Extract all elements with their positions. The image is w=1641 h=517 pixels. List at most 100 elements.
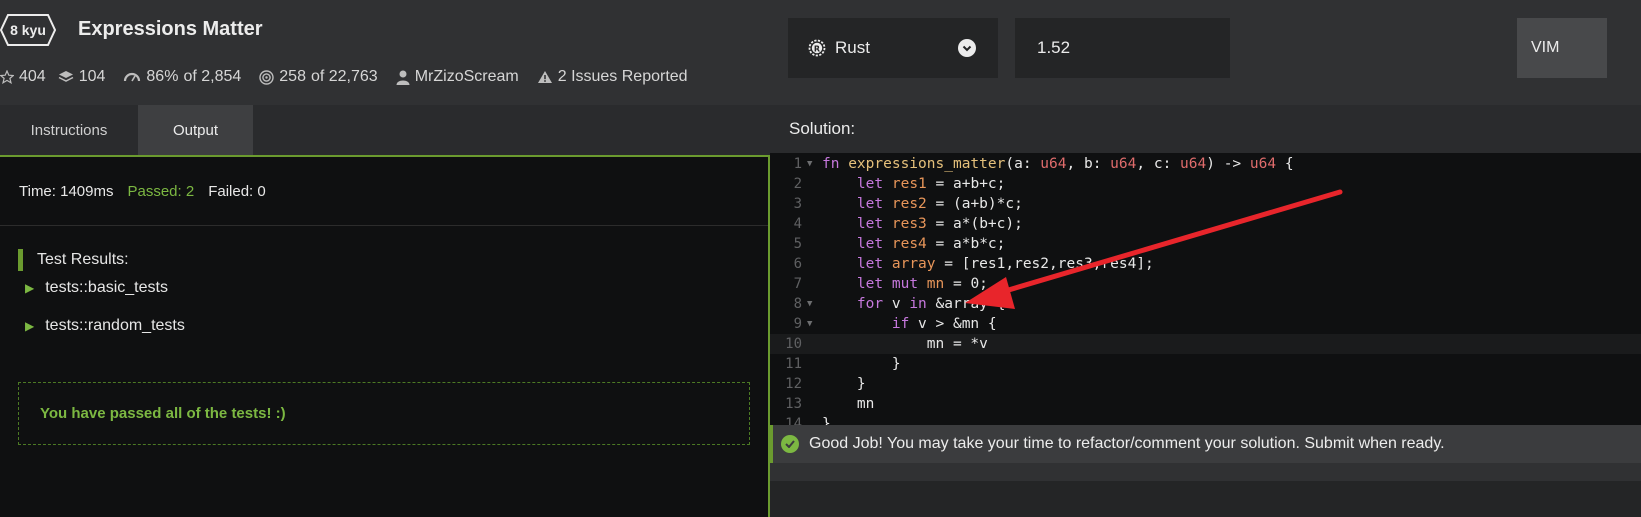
chevron-down-icon	[958, 39, 976, 57]
pass-message-box: You have passed all of the tests! :)	[18, 382, 750, 445]
code-text: }	[822, 376, 866, 392]
satisfaction-stat: 86% of 2,854	[123, 68, 241, 86]
line-number: 13	[785, 396, 802, 412]
line-number: 6	[793, 256, 802, 272]
language-select[interactable]: R Rust	[788, 18, 998, 78]
version-label: 1.52	[1037, 38, 1071, 57]
pass-message: You have passed all of the tests! :)	[40, 405, 286, 422]
kata-stats: 404 104 86% of 2,854 258 of 22,763 MrZiz…	[0, 65, 706, 89]
kata-header: 8 kyu Expressions Matter 404 104 86% of …	[0, 0, 770, 105]
satisfaction-percent: 86%	[146, 68, 179, 85]
line-number: 5	[793, 236, 802, 252]
code-line[interactable]: 4 let res3 = a*(b+c);	[770, 214, 1641, 234]
test-summary: Time: 1409ms Passed: 2 Failed: 0	[0, 157, 768, 226]
code-line[interactable]: 3 let res2 = (a+b)*c;	[770, 194, 1641, 214]
test-results-heading: Test Results:	[18, 249, 129, 271]
issues-label: 2 Issues Reported	[557, 68, 688, 85]
code-text: let array = [res1,res2,res3,res4];	[856, 256, 1154, 272]
code-text: let res2 = (a+b)*c;	[856, 196, 1023, 212]
target-icon	[259, 69, 274, 85]
line-number: 10	[785, 336, 802, 352]
warning-icon	[537, 70, 553, 84]
svg-text:R: R	[814, 44, 820, 53]
rust-icon: R	[808, 39, 826, 57]
fold-arrow-icon[interactable]: ▼	[807, 154, 812, 174]
code-line[interactable]: 7 let mut mn = 0;	[770, 274, 1641, 294]
line-number: 1	[793, 156, 802, 172]
line-number: 9	[793, 316, 802, 332]
code-line[interactable]: 12 }	[770, 374, 1641, 394]
code-text: mn = *v	[926, 336, 988, 352]
code-text: let res4 = a*b*c;	[856, 236, 1006, 252]
status-message: Good Job! You may take your time to refa…	[809, 435, 1445, 452]
bottom-panel	[770, 463, 1641, 517]
test-group-label: tests::random_tests	[45, 317, 185, 334]
check-circle-icon	[781, 435, 799, 453]
stars-stat[interactable]: 404	[0, 68, 46, 86]
output-panel: Time: 1409ms Passed: 2 Failed: 0 Test Re…	[0, 155, 770, 517]
vim-label: VIM	[1531, 39, 1560, 56]
status-bar: Good Job! You may take your time to refa…	[770, 425, 1641, 463]
code-line[interactable]: 11 }	[770, 354, 1641, 374]
tab-instructions[interactable]: Instructions	[0, 105, 138, 155]
bottom-panel-bar	[770, 481, 1641, 517]
code-text: fn expressions_matter(a: u64, b: u64, c:…	[822, 156, 1294, 172]
code-line[interactable]: 6 let array = [res1,res2,res3,res4];	[770, 254, 1641, 274]
line-number: 3	[793, 196, 802, 212]
heading-accent-bar	[18, 249, 23, 271]
code-editor[interactable]: 1 ▼ fn expressions_matter(a: u64, b: u64, …	[770, 153, 1641, 425]
code-text: let res3 = a*(b+c);	[856, 216, 1023, 232]
code-line[interactable]: 13 mn	[770, 394, 1641, 414]
author-stat[interactable]: MrZizoScream	[396, 68, 519, 86]
completed-stat: 258 of 22,763	[259, 68, 378, 86]
test-group-basic[interactable]: ▶ tests::basic_tests	[25, 279, 168, 297]
test-results-title: Test Results:	[37, 251, 129, 268]
run-time: Time: 1409ms	[19, 182, 114, 200]
kata-trainer-page: { "kata": { "rank": "8 kyu", "title": "E…	[0, 0, 1641, 517]
line-number: 8	[793, 296, 802, 312]
editor-toolbar: R Rust 1.52 VIM	[770, 0, 1641, 105]
solution-title: Solution:	[789, 119, 856, 138]
collections-stat[interactable]: 104	[58, 68, 106, 86]
code-text: let mut mn = 0;	[856, 276, 988, 292]
code-text: if v > &mn {	[891, 316, 997, 332]
version-select[interactable]: 1.52	[1015, 18, 1230, 78]
code-line[interactable]: 8 ▼ for v in &array {	[770, 294, 1641, 314]
line-number: 12	[785, 376, 802, 392]
author-name: MrZizoScream	[414, 68, 519, 85]
completed-total: of 22,763	[310, 68, 378, 85]
completed-count: 258	[279, 68, 306, 85]
expand-triangle-icon: ▶	[25, 281, 35, 295]
code-line[interactable]: 2 let res1 = a+b+c;	[770, 174, 1641, 194]
code-line[interactable]: 14}	[770, 414, 1641, 425]
code-line[interactable]: 10 mn = *v	[770, 334, 1641, 354]
code-text: }	[822, 356, 901, 372]
code-text: }	[822, 416, 831, 425]
line-number: 11	[785, 356, 802, 372]
vim-mode-button[interactable]: VIM	[1517, 18, 1607, 78]
passed-count: Passed: 2	[127, 182, 195, 200]
issues-stat[interactable]: 2 Issues Reported	[537, 68, 688, 86]
code-text: for v in &array {	[856, 296, 1006, 312]
failed-count: Failed: 0	[208, 182, 266, 200]
test-group-random[interactable]: ▶ tests::random_tests	[25, 317, 185, 335]
solution-header: Solution:	[770, 105, 1641, 153]
code-line[interactable]: 9 ▼ if v > &mn {	[770, 314, 1641, 334]
code-text: let res1 = a+b+c;	[856, 176, 1006, 192]
line-number: 2	[793, 176, 802, 192]
collections-count: 104	[78, 68, 106, 85]
code-text: mn	[856, 396, 875, 412]
left-tabs: Instructions Output	[0, 105, 770, 155]
tab-output[interactable]: Output	[138, 105, 253, 155]
test-group-label: tests::basic_tests	[45, 279, 168, 296]
kata-title: Expressions Matter	[78, 18, 263, 40]
language-label: Rust	[835, 38, 870, 57]
rank-badge: 8 kyu	[0, 13, 56, 47]
code-line[interactable]: 5 let res4 = a*b*c;	[770, 234, 1641, 254]
fold-arrow-icon[interactable]: ▼	[807, 314, 812, 334]
fold-arrow-icon[interactable]: ▼	[807, 294, 812, 314]
rank-label: 8 kyu	[10, 22, 46, 38]
user-icon	[396, 70, 410, 85]
code-line[interactable]: 1 ▼ fn expressions_matter(a: u64, b: u64, …	[770, 154, 1641, 174]
layers-icon	[58, 70, 74, 84]
